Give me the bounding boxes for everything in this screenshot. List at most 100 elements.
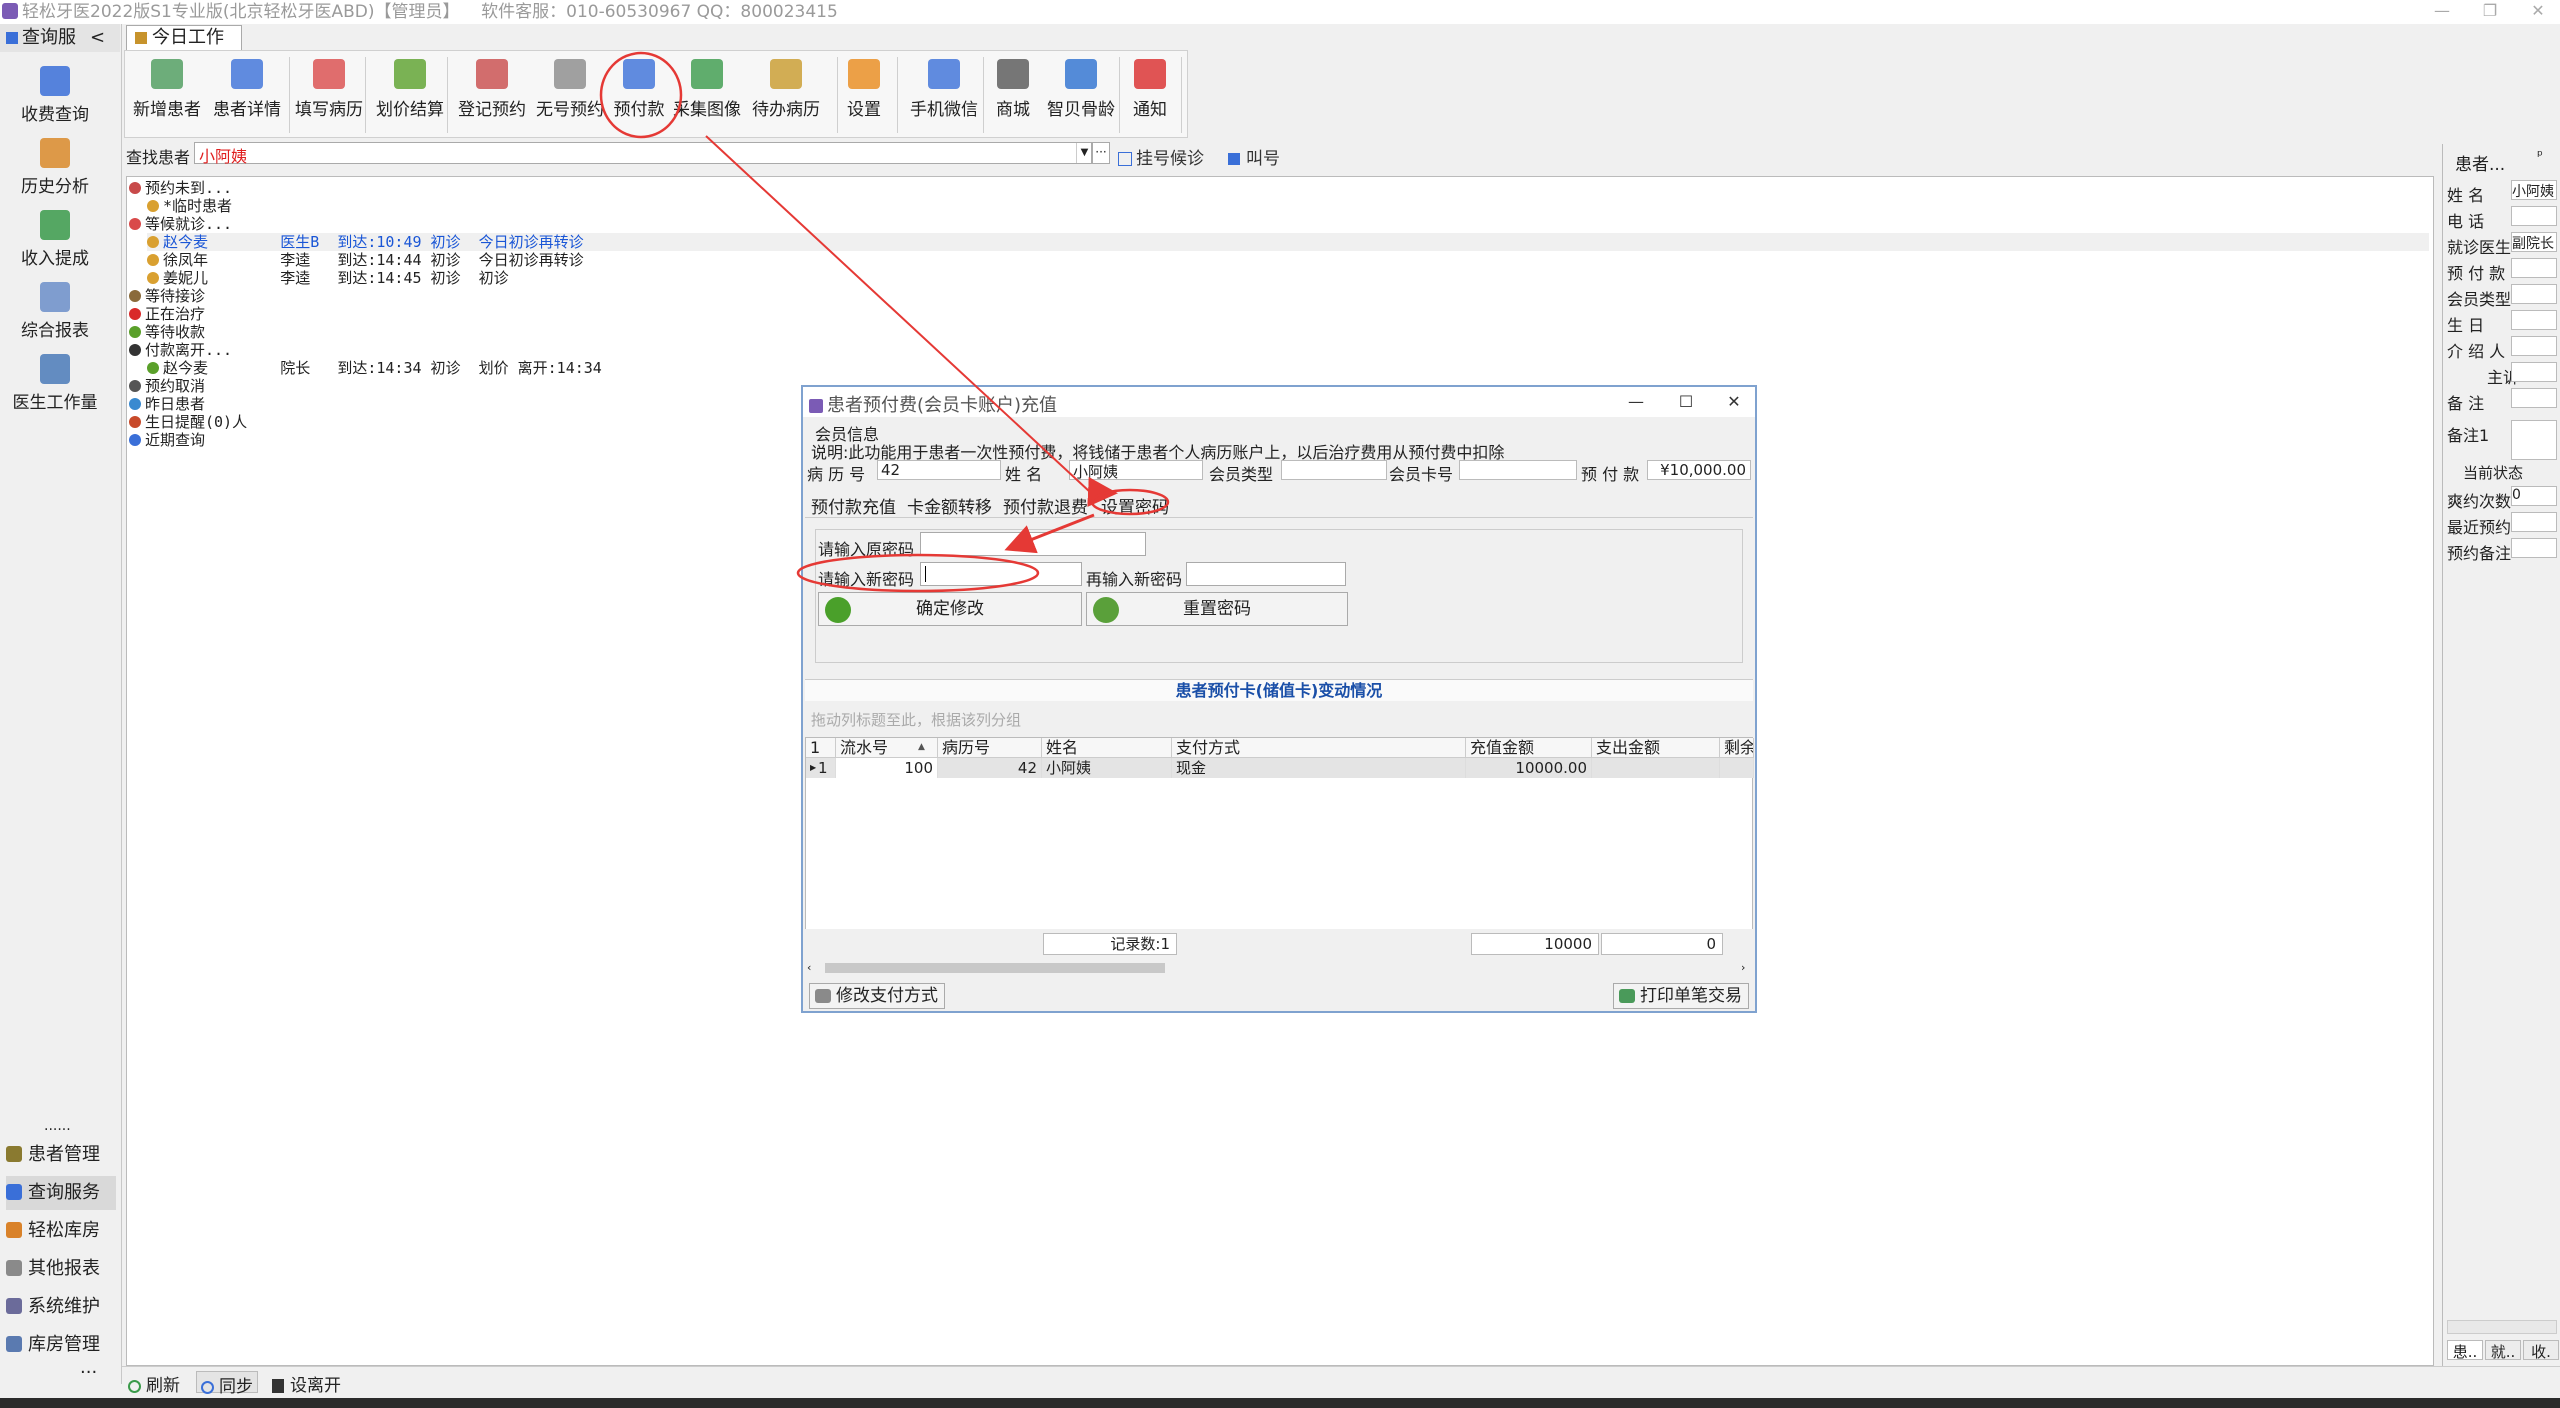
sidebar-more-dots[interactable]: ...... <box>44 1118 71 1134</box>
panel-field-value[interactable] <box>2511 362 2557 382</box>
old-password-input[interactable] <box>920 532 1146 556</box>
status-field-value[interactable] <box>2511 538 2557 558</box>
tree-row[interactable]: 赵今麦 医生B 到达:10:49 初诊 今日初诊再转诊 <box>147 233 2429 251</box>
tree-row[interactable]: 赵今麦 院长 到达:14:34 初诊 划价 离开:14:34 <box>147 359 1547 377</box>
sidebar-more[interactable]: ··· <box>80 1362 97 1383</box>
tab-today-work[interactable]: 今日工作 <box>126 25 242 51</box>
grid-cell[interactable]: 现金 <box>1172 758 1466 778</box>
refresh-button[interactable]: 刷新 <box>128 1371 180 1396</box>
toolbar-11[interactable]: 商城 <box>989 59 1037 133</box>
minimize-button[interactable]: — <box>2422 0 2462 24</box>
panel-field-value[interactable] <box>2511 388 2557 408</box>
sidebar-tool-1[interactable]: 历史分析 <box>0 138 110 197</box>
grid-cell[interactable] <box>1720 758 1754 778</box>
sidebar-nav-0[interactable]: 患者管理 <box>6 1138 116 1172</box>
pin-icon[interactable]: ᵖ <box>2537 148 2543 164</box>
sidebar-header[interactable]: 查询服 < <box>0 24 120 52</box>
grid-column-header[interactable]: 病历号 <box>938 738 1042 758</box>
toolbar-8[interactable]: 待办病历 <box>743 59 829 133</box>
toolbar-4[interactable]: 登记预约 <box>455 59 529 133</box>
grid-column-header[interactable]: 支付方式 <box>1172 738 1466 758</box>
panel-tab[interactable]: 就.. <box>2485 1340 2521 1361</box>
dialog-minimize-button[interactable]: — <box>1619 389 1653 415</box>
tree-row[interactable]: 等待收款 <box>129 323 1529 341</box>
sidebar-nav-2[interactable]: 轻松库房 <box>6 1214 116 1248</box>
toolbar-2[interactable]: 填写病历 <box>293 59 365 133</box>
toolbar-7[interactable]: 采集图像 <box>673 59 741 133</box>
reset-password-button[interactable]: 重置密码 <box>1086 592 1348 626</box>
panel-field-value[interactable] <box>2511 258 2557 278</box>
scroll-right-icon[interactable]: › <box>1741 961 1745 974</box>
prepay-field[interactable]: ¥10,000.00 <box>1647 460 1751 480</box>
dialog-tab-1[interactable]: 卡金额转移 <box>907 493 992 518</box>
scroll-left-icon[interactable]: ‹ <box>807 961 811 974</box>
panel-field-value[interactable]: 小阿姨 <box>2511 180 2557 200</box>
set-leave-button[interactable]: 设离开 <box>272 1371 341 1396</box>
tree-row[interactable]: *临时患者 <box>147 197 1547 215</box>
member-card-field[interactable] <box>1459 460 1577 480</box>
panel-field-value[interactable] <box>2511 310 2557 330</box>
grid-column-header[interactable]: 充值金额 <box>1466 738 1592 758</box>
tree-row[interactable]: 正在治疗 <box>129 305 1529 323</box>
member-type-field[interactable] <box>1281 460 1387 480</box>
toolbar-5[interactable]: 无号预约 <box>535 59 605 133</box>
tree-row[interactable]: 姜妮儿 李逵 到达:14:45 初诊 初诊 <box>147 269 1547 287</box>
grid-cell[interactable]: 100 <box>836 758 938 778</box>
chevron-down-icon[interactable]: ▼ <box>1076 143 1092 163</box>
dialog-tab-0[interactable]: 预付款充值 <box>811 493 896 518</box>
close-button[interactable]: ✕ <box>2518 0 2558 24</box>
grid-cell[interactable]: 10000.00 <box>1466 758 1592 778</box>
status-field-value[interactable] <box>2511 512 2557 532</box>
queue-button[interactable]: 挂号候诊 <box>1118 144 1204 169</box>
panel-tab[interactable]: 患.. <box>2447 1340 2483 1361</box>
tree-row[interactable]: 徐凤年 李逵 到达:14:44 初诊 今日初诊再转诊 <box>147 251 1547 269</box>
modify-payment-button[interactable]: 修改支付方式 <box>809 983 945 1009</box>
toolbar-1[interactable]: 患者详情 <box>207 59 287 133</box>
panel-field-value[interactable] <box>2511 206 2557 226</box>
sidebar-nav-5[interactable]: 库房管理 <box>6 1328 116 1362</box>
dialog-close-button[interactable]: ✕ <box>1717 389 1751 415</box>
toolbar-0[interactable]: 新增患者 <box>129 59 205 133</box>
tree-row[interactable]: 等待接诊 <box>129 287 1529 305</box>
panel-tab[interactable]: 收. <box>2523 1340 2559 1361</box>
dialog-tab-3[interactable]: 设置密码 <box>1101 493 1169 518</box>
name-field[interactable]: 小阿姨 <box>1069 460 1203 480</box>
dialog-tab-2[interactable]: 预付款退费 <box>1003 493 1088 518</box>
grid-column-header[interactable]: 1 <box>806 738 836 758</box>
grid-column-header[interactable]: 支出金额 <box>1592 738 1720 758</box>
sidebar-nav-4[interactable]: 系统维护 <box>6 1290 116 1324</box>
new-password-input[interactable] <box>920 562 1082 586</box>
dialog-maximize-button[interactable]: ☐ <box>1669 389 1703 415</box>
panel-scrollbar[interactable] <box>2447 1320 2557 1334</box>
scroll-thumb[interactable] <box>825 963 1165 973</box>
panel-field-value[interactable]: 副院长 <box>2511 232 2557 252</box>
tree-row[interactable]: 付款离开... <box>129 341 1529 359</box>
panel-field-value[interactable] <box>2511 336 2557 356</box>
grid-cell[interactable] <box>1592 758 1720 778</box>
grid-cell[interactable]: 42 <box>938 758 1042 778</box>
collapse-arrow-icon[interactable]: < <box>90 27 105 48</box>
sidebar-tool-0[interactable]: 收费查询 <box>0 66 110 125</box>
sync-button[interactable]: 同步 <box>196 1371 258 1397</box>
toolbar-9[interactable]: 设置 <box>839 59 889 133</box>
grid-hscroll[interactable]: ‹ › <box>805 961 1753 975</box>
toolbar-13[interactable]: 通知 <box>1125 59 1175 133</box>
grid-column-header[interactable]: 剩余 <box>1720 738 1754 758</box>
toolbar-12[interactable]: 智贝骨龄 <box>1045 59 1117 133</box>
tree-row[interactable]: 预约未到... <box>129 179 1529 197</box>
panel-field-value[interactable] <box>2511 284 2557 304</box>
print-transaction-button[interactable]: 打印单笔交易 <box>1613 983 1749 1009</box>
record-field[interactable]: 42 <box>877 460 1001 480</box>
toolbar-3[interactable]: 划价结算 <box>371 59 449 133</box>
status-field-value[interactable]: 0 <box>2511 486 2557 506</box>
sidebar-tool-4[interactable]: 医生工作量 <box>0 354 110 413</box>
search-input[interactable]: 小阿姨 <box>194 142 1092 166</box>
restore-button[interactable]: ❐ <box>2470 0 2510 24</box>
repeat-password-input[interactable] <box>1186 562 1346 586</box>
call-button[interactable]: 叫号 <box>1228 144 1280 169</box>
toolbar-10[interactable]: 手机微信 <box>903 59 985 133</box>
search-more-button[interactable]: ··· <box>1092 142 1110 164</box>
panel-field-value[interactable] <box>2511 420 2557 460</box>
sidebar-tool-2[interactable]: 收入提成 <box>0 210 110 269</box>
grid-cell[interactable]: 小阿姨 <box>1042 758 1172 778</box>
